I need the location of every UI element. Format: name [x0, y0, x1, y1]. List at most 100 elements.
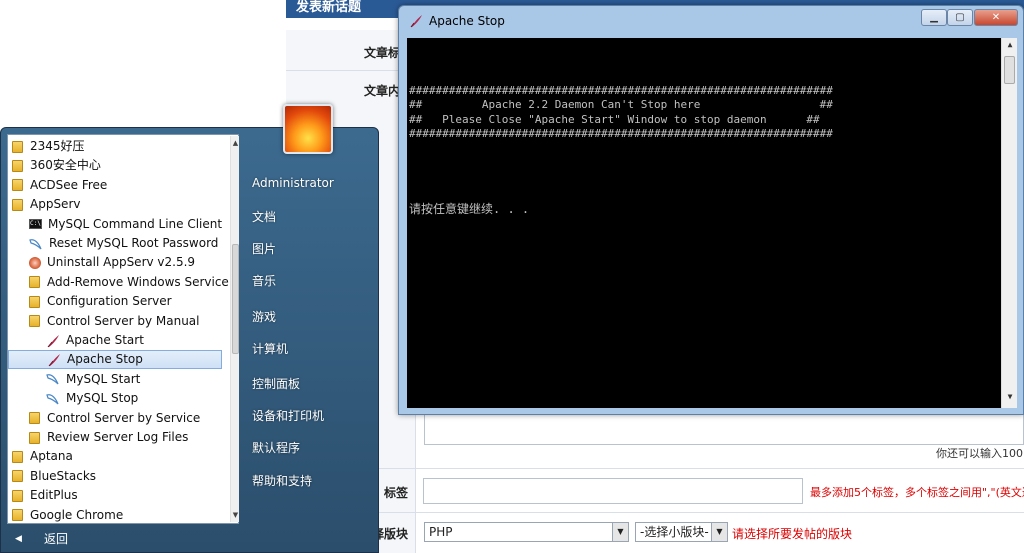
console-prompt: 请按任意键继续. . . [409, 202, 530, 216]
program-item-label: MySQL Stop [66, 391, 139, 406]
default-programs-link[interactable]: 默认程序 [252, 439, 300, 456]
program-item-label: Review Server Log Files [47, 430, 189, 444]
console-titlebar[interactable]: Apache Stop ▁ ▢ ✕ [399, 6, 1023, 36]
programs-scrollbar[interactable]: ▲ ▼ [230, 136, 239, 522]
devices-printers-link[interactable]: 设备和打印机 [252, 407, 324, 424]
back-button[interactable]: ◀ 返回 [7, 528, 239, 550]
music-link[interactable]: 音乐 [252, 272, 276, 289]
pictures-link[interactable]: 图片 [252, 240, 276, 257]
uninstall-icon [29, 256, 41, 269]
cmd-icon: C:\ [29, 219, 42, 230]
program-item-label: ACDSee Free [30, 177, 108, 192]
folder-icon [12, 179, 23, 192]
console-output[interactable]: ########################################… [407, 38, 1017, 408]
folder-icon [12, 470, 23, 483]
apache-feather-icon [47, 334, 59, 347]
program-item[interactable]: MySQL Stop [8, 389, 222, 408]
program-item[interactable]: C:\ MySQL Command Line Client [8, 215, 222, 234]
program-item[interactable]: 360安全中心 [8, 156, 222, 175]
console-line: ########################################… [409, 84, 833, 97]
console-scrollbar[interactable]: ▲ ▼ [1001, 38, 1017, 408]
all-programs-list: 2345好压 360安全中心 ACDSee Free AppServ C:\ MySQL … [7, 134, 239, 524]
title-field-label: 文章标题 [363, 46, 412, 60]
console-line: ########################################… [409, 127, 833, 140]
folder-icon [12, 489, 23, 502]
program-item-label: MySQL Command Line Client [48, 216, 223, 231]
block-hint: 请选择所要发帖的版块 [732, 527, 853, 541]
program-item-label: Configuration Server [47, 294, 172, 309]
folder-icon [12, 140, 23, 153]
back-arrow-icon: ◀ [15, 534, 22, 544]
program-item-label: Control Server by Manual [47, 313, 200, 328]
program-item-label: Add-Remove Windows Service [47, 274, 229, 289]
program-item-label: Google Chrome [30, 507, 124, 522]
program-item[interactable]: 2345好压 [8, 137, 222, 156]
games-link[interactable]: 游戏 [252, 308, 276, 325]
program-item-label: AppServ [30, 197, 81, 212]
user-name-link[interactable]: Administrator [252, 176, 334, 190]
maximize-button[interactable]: ▢ [947, 9, 973, 26]
chevron-down-icon: ▼ [711, 523, 727, 541]
program-item[interactable]: Google Chrome [8, 506, 222, 525]
folder-icon [29, 431, 40, 444]
program-item[interactable]: EditPlus [8, 486, 222, 505]
scrollbar-thumb[interactable] [1004, 56, 1015, 84]
folder-icon [12, 450, 23, 463]
scrollbar-thumb[interactable] [232, 244, 239, 354]
divider [286, 468, 1024, 469]
program-item-label: Apache Stop [67, 352, 143, 367]
program-item[interactable]: Reset MySQL Root Password [8, 234, 222, 253]
scroll-up-icon[interactable]: ▲ [1002, 40, 1018, 54]
program-item[interactable]: MySQL Start [8, 370, 222, 389]
program-item-label: BlueStacks [30, 468, 97, 483]
console-line: ## Apache 2.2 Daemon Can't Stop here ## [409, 98, 833, 111]
program-item[interactable]: Apache Start [8, 331, 222, 350]
computer-link[interactable]: 计算机 [252, 340, 288, 357]
scroll-down-icon[interactable]: ▼ [231, 510, 240, 520]
scroll-up-icon[interactable]: ▲ [231, 138, 240, 148]
apache-feather-icon [48, 353, 60, 367]
dolphin-icon [29, 238, 42, 249]
minimize-button[interactable]: ▁ [921, 9, 947, 26]
dolphin-icon [46, 393, 59, 405]
divider [286, 512, 1024, 513]
program-item[interactable]: ACDSee Free [8, 176, 222, 195]
program-item-label: 2345好压 [30, 139, 85, 153]
program-item-label: Aptana [30, 449, 73, 464]
subblock-select-value: -选择小版块- [640, 525, 709, 539]
folder-icon [29, 412, 40, 425]
char-count-hint: 你还可以输入100 [936, 447, 1023, 460]
program-item[interactable]: AppServ [8, 195, 222, 214]
scroll-down-icon[interactable]: ▼ [1002, 392, 1018, 406]
folder-icon [29, 295, 40, 308]
program-item[interactable]: BlueStacks [8, 467, 222, 486]
program-item-label: MySQL Start [66, 371, 141, 386]
tags-hint: 最多添加5个标签，多个标签之间用","(英文逗号) [810, 486, 1024, 499]
program-item[interactable]: Review Server Log Files [8, 428, 222, 447]
console-window: Apache Stop ▁ ▢ ✕ ######################… [398, 5, 1024, 415]
folder-icon [12, 509, 23, 522]
documents-link[interactable]: 文档 [252, 208, 276, 225]
control-panel-link[interactable]: 控制面板 [252, 375, 300, 392]
program-item[interactable]: Apache Stop [8, 350, 222, 370]
program-item-label: 360安全中心 [30, 158, 101, 173]
back-label: 返回 [44, 532, 69, 546]
program-item[interactable]: Aptana [8, 447, 222, 466]
program-item-label: EditPlus [30, 488, 78, 503]
user-avatar[interactable] [283, 104, 333, 154]
close-button[interactable]: ✕ [974, 9, 1018, 26]
program-item[interactable]: Uninstall AppServ v2.5.9 [8, 253, 222, 272]
folder-icon [12, 159, 23, 172]
program-item[interactable]: Add-Remove Windows Service [8, 273, 229, 292]
program-item[interactable]: Configuration Server [8, 292, 222, 311]
program-item[interactable]: Control Server by Service [8, 409, 222, 428]
program-item[interactable]: Control Server by Manual [8, 312, 222, 331]
folder-icon [29, 315, 40, 328]
subblock-select[interactable]: -选择小版块- ▼ [635, 522, 728, 542]
program-item-label: Reset MySQL Root Password [49, 236, 219, 250]
folder-icon [12, 198, 23, 211]
block-select[interactable]: PHP ▼ [424, 522, 629, 542]
program-item-label: Uninstall AppServ v2.5.9 [47, 255, 196, 270]
tags-input[interactable] [423, 478, 803, 504]
help-support-link[interactable]: 帮助和支持 [252, 472, 312, 489]
